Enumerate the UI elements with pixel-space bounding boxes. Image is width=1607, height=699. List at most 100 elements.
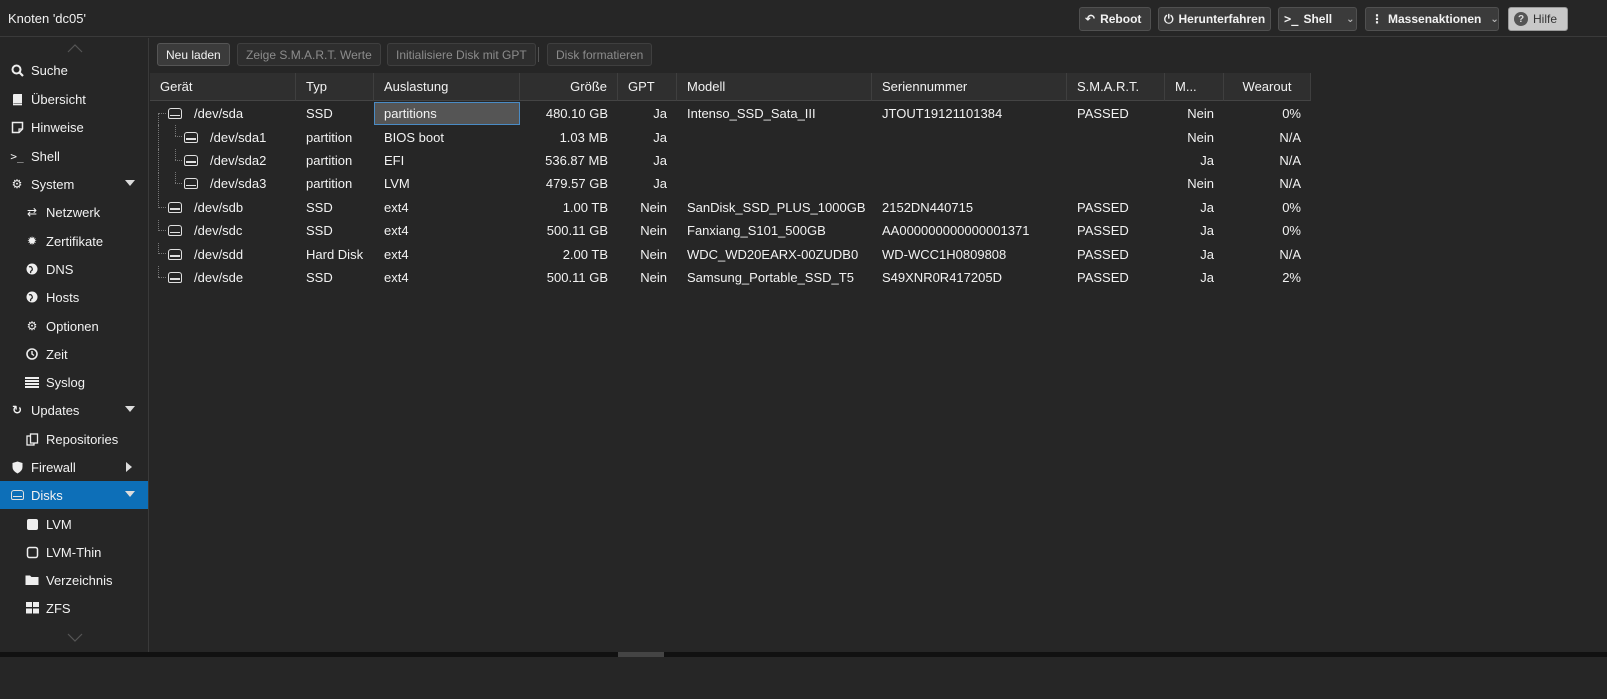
column-header-smart[interactable]: S.M.A.R.T. — [1067, 73, 1165, 101]
chevron-down-icon[interactable]: ⌄ — [1346, 14, 1354, 25]
column-header-gpt[interactable]: GPT — [618, 73, 677, 101]
table-row[interactable]: /dev/sda3 partition LVM 479.57 GB Ja Nein N/A — [150, 172, 1311, 196]
column-header-wearout[interactable]: Wearout — [1224, 73, 1311, 101]
sidebar-item-notes[interactable]: Hinweise — [0, 113, 148, 141]
show-smart-button[interactable]: Zeige S.M.A.R.T. Werte — [237, 43, 381, 66]
table-row[interactable]: /dev/sdc SSD ext4 500.11 GB Nein Fanxiang_S10… — [150, 219, 1311, 242]
files-icon — [24, 431, 40, 447]
reload-button[interactable]: Neu laden — [157, 43, 230, 66]
list-icon — [24, 374, 40, 390]
format-disk-button[interactable]: Disk formatieren — [547, 43, 653, 66]
hdd-icon — [184, 154, 198, 166]
cell-gpt: Ja — [653, 106, 667, 122]
undo-icon: ↶ — [1085, 12, 1096, 26]
cell-smart — [1067, 149, 1165, 172]
cell-serial: JTOUT19121101384 — [882, 106, 1003, 122]
cell-mounted: Ja — [1200, 199, 1214, 215]
cell-type: SSD — [306, 199, 333, 215]
chevron-down-icon: ⌄ — [1490, 13, 1499, 25]
shutdown-button[interactable]: ⏻ Herunterfahren — [1158, 7, 1271, 31]
sidebar-item-repositories[interactable]: Repositories — [0, 425, 148, 453]
cell-serial: S49XNR0R417205D — [882, 269, 1002, 285]
cell-mounted: Nein — [1187, 176, 1214, 192]
column-header-type[interactable]: Typ — [296, 73, 374, 101]
sidebar-item-lvm[interactable]: LVM — [0, 510, 148, 538]
init-gpt-button[interactable]: Initialisiere Disk mit GPT — [387, 43, 536, 66]
sidebar-item-disks[interactable]: Disks — [0, 481, 148, 509]
scroll-up-icon[interactable] — [66, 42, 84, 54]
column-header-size[interactable]: Größe — [520, 73, 618, 101]
table-row[interactable]: /dev/sde SSD ext4 500.11 GB Nein Samsung_Port… — [150, 265, 1311, 289]
sidebar-item-search[interactable]: Suche — [0, 56, 148, 84]
gears-icon: ⚙ — [11, 177, 23, 191]
sidebar-item-syslog[interactable]: Syslog — [0, 368, 148, 396]
column-header-mounted[interactable]: M... — [1165, 73, 1224, 101]
sidebar-item-network[interactable]: ⇄ Netzwerk — [0, 198, 148, 226]
cell-serial — [872, 125, 1067, 148]
sidebar-item-overview[interactable]: Übersicht — [0, 85, 148, 113]
square-icon — [24, 516, 40, 532]
cell-serial: WD-WCC1H0809808 — [882, 246, 1007, 262]
terminal-icon: >_ — [10, 149, 24, 163]
cell-gpt: Ja — [653, 152, 667, 168]
column-header-model[interactable]: Modell — [677, 73, 872, 101]
column-header-usage[interactable]: Auslastung — [374, 73, 520, 101]
sidebar-item-directory[interactable]: Verzeichnis — [0, 566, 148, 594]
book-icon — [9, 91, 25, 107]
cell-model — [677, 172, 872, 195]
cell-size: 479.57 GB — [545, 176, 608, 192]
cell-serial: 2152DN440715 — [882, 199, 974, 215]
terminal-icon: >_ — [1284, 12, 1299, 26]
cell-type: Hard Disk — [306, 246, 364, 262]
page-title: Knoten 'dc05' — [8, 11, 86, 26]
cell-device: /dev/sdb — [150, 195, 296, 219]
cell-smart — [1067, 172, 1165, 195]
cell-mounted: Nein — [1187, 129, 1214, 145]
sidebar-item-time[interactable]: Zeit — [0, 340, 148, 368]
sidebar-item-shell[interactable]: >_ Shell — [0, 142, 148, 170]
cell-smart: PASSED — [1077, 199, 1129, 215]
table-row[interactable]: /dev/sdd Hard Disk ext4 2.00 TB Nein WDC_WD20… — [150, 242, 1311, 265]
bulk-actions-button[interactable]: ⋮ Massenaktionen ⌄ — [1365, 7, 1499, 31]
note-icon — [9, 119, 25, 135]
cell-usage: partitions — [374, 102, 520, 126]
column-header-serial[interactable]: Seriennummer — [872, 73, 1067, 101]
table-row[interactable]: /dev/sda1 partition BIOS boot 1.03 MB Ja Nein… — [150, 125, 1311, 149]
sidebar-item-firewall[interactable]: Firewall — [0, 453, 148, 481]
scroll-down-icon[interactable] — [66, 632, 84, 644]
table-row[interactable]: /dev/sda SSD partitions 480.10 GB Ja Intenso_… — [150, 102, 1311, 126]
help-button[interactable]: ? Hilfe — [1508, 7, 1568, 31]
table-row[interactable]: /dev/sda2 partition EFI 536.87 MB Ja Ja N/A — [150, 148, 1311, 173]
sidebar-item-certificates[interactable]: ✹ Zertifikate — [0, 227, 148, 255]
reboot-button[interactable]: ↶ Reboot — [1079, 7, 1151, 31]
cell-device: /dev/sda2 — [150, 148, 296, 173]
sidebar-item-updates[interactable]: ↻ Updates — [0, 396, 148, 424]
expand-arrow-icon[interactable] — [125, 491, 135, 497]
cell-wearout: N/A — [1279, 176, 1301, 192]
expand-arrow-icon[interactable] — [125, 180, 135, 186]
cell-size: 1.00 TB — [562, 199, 608, 215]
sidebar-item-dns[interactable]: DNS — [0, 255, 148, 283]
cell-mounted: Nein — [1187, 106, 1214, 122]
collapse-arrow-icon[interactable] — [126, 462, 132, 472]
folder-icon — [24, 572, 40, 588]
hdd-icon — [168, 108, 182, 120]
hdd-icon — [168, 248, 182, 260]
table-row[interactable]: /dev/sdb SSD ext4 1.00 TB Nein SanDisk_SSD_PL… — [150, 195, 1311, 219]
sidebar-item-zfs[interactable]: ZFS — [0, 594, 148, 622]
cell-device: /dev/sde — [150, 265, 296, 289]
cell-serial — [872, 172, 1067, 195]
column-header-device[interactable]: Gerät — [150, 73, 296, 101]
cell-mounted: Ja — [1200, 269, 1214, 285]
cell-smart: PASSED — [1077, 223, 1129, 239]
cell-type: SSD — [306, 269, 333, 285]
sidebar-item-system[interactable]: ⚙ System — [0, 170, 148, 198]
sidebar-item-hosts[interactable]: Hosts — [0, 283, 148, 311]
shell-button[interactable]: >_ Shell ⌄ — [1278, 7, 1357, 31]
sidebar-item-lvm-thin[interactable]: LVM-Thin — [0, 538, 148, 566]
cell-usage: EFI — [384, 152, 405, 168]
sidebar-item-options[interactable]: ⚙ Optionen — [0, 312, 148, 340]
top-bar: Knoten 'dc05' ↶ Reboot ⏻ Herunterfahren … — [0, 0, 1607, 37]
expand-arrow-icon[interactable] — [125, 406, 135, 412]
cell-device: /dev/sdc — [150, 219, 296, 242]
